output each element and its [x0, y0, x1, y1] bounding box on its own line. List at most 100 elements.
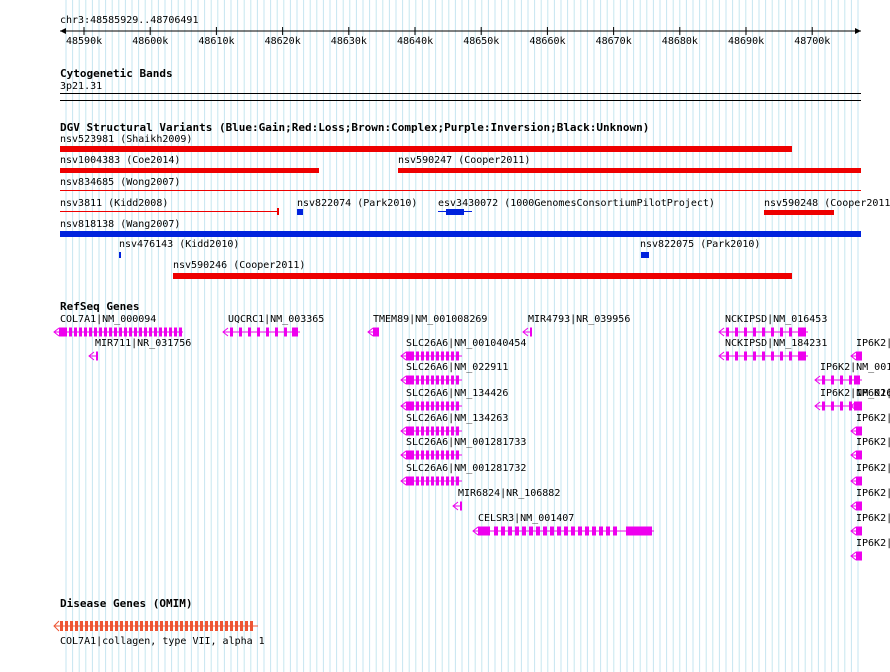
gene-glyph[interactable]	[850, 525, 866, 537]
exon	[69, 327, 72, 337]
exon	[822, 401, 825, 411]
gene-glyph[interactable]	[367, 326, 383, 338]
gene-label: SLC26A6|NM_001040454	[406, 338, 527, 349]
exon	[436, 351, 439, 361]
exon	[205, 621, 208, 631]
exon	[456, 426, 459, 436]
exon	[120, 621, 123, 631]
exon	[235, 621, 238, 631]
dgv-feature-bar[interactable]	[60, 211, 278, 212]
exon	[59, 327, 67, 337]
exon	[129, 327, 132, 337]
exon	[550, 526, 554, 536]
gene-glyph[interactable]	[850, 475, 866, 487]
gene-glyph[interactable]	[400, 350, 466, 362]
exon	[185, 621, 188, 631]
exon	[373, 327, 379, 337]
gene-glyph[interactable]	[400, 475, 466, 487]
exon	[800, 327, 806, 337]
exon	[456, 401, 459, 411]
exon	[856, 526, 862, 536]
exon	[585, 526, 589, 536]
gene-label: SLC26A6|NM_134263	[406, 413, 509, 424]
exon	[406, 450, 414, 460]
exon	[856, 351, 862, 361]
exon	[210, 621, 213, 631]
gene-glyph[interactable]	[850, 425, 866, 437]
gene-glyph[interactable]	[718, 326, 812, 338]
gene-glyph[interactable]	[88, 350, 102, 362]
dgv-feature-bar[interactable]	[173, 273, 792, 279]
omim-gene-glyph[interactable]	[52, 619, 262, 633]
dgv-feature-bar[interactable]	[398, 168, 861, 173]
exon	[800, 351, 806, 361]
exon	[139, 327, 142, 337]
exon	[446, 401, 449, 411]
dgv-feature-bar[interactable]	[60, 231, 861, 237]
gene-label: IP6K2|NM_016	[820, 388, 890, 399]
exon	[446, 351, 449, 361]
exon	[849, 375, 852, 385]
gene-label: NCKIPSD|NM_016453	[725, 314, 828, 325]
exon	[441, 351, 444, 361]
exon	[84, 327, 87, 337]
exon	[780, 351, 783, 361]
gene-glyph[interactable]	[850, 500, 866, 512]
cytoband-line-bottom	[60, 100, 861, 101]
dgv-feature-bar[interactable]	[119, 252, 121, 258]
gene-glyph[interactable]	[522, 326, 536, 338]
exon	[135, 621, 138, 631]
exon	[753, 327, 756, 337]
exon	[578, 526, 582, 536]
dgv-feature-bar[interactable]	[641, 252, 649, 258]
gene-label: SLC26A6|NM_001281732	[406, 463, 527, 474]
exon	[822, 375, 825, 385]
gene-glyph[interactable]	[850, 350, 866, 362]
dgv-feature-bar[interactable]	[60, 146, 792, 152]
gene-label: IP6K2|NM_001	[856, 338, 890, 349]
exon	[145, 621, 148, 631]
dgv-feature-label: nsv3811 (Kidd2008)	[60, 198, 169, 209]
gene-glyph[interactable]	[850, 449, 866, 461]
gene-glyph[interactable]	[222, 326, 304, 338]
exon	[190, 621, 193, 631]
dgv-feature-bar[interactable]	[60, 168, 319, 173]
gene-glyph[interactable]	[53, 326, 187, 338]
dgv-feature-bar[interactable]	[764, 210, 834, 215]
dgv-feature-bar[interactable]	[60, 190, 861, 191]
gene-glyph[interactable]	[814, 374, 866, 386]
exon	[431, 426, 434, 436]
exon	[416, 351, 419, 361]
gene-glyph[interactable]	[400, 425, 466, 437]
gene-glyph[interactable]	[814, 400, 866, 412]
exon	[529, 526, 533, 536]
exon	[599, 526, 603, 536]
exon	[613, 526, 617, 536]
exon	[75, 621, 78, 631]
exon	[109, 327, 112, 337]
exon	[536, 526, 540, 536]
gene-glyph[interactable]	[472, 525, 658, 537]
gene-glyph[interactable]	[718, 350, 812, 362]
exon	[416, 476, 419, 486]
exon	[215, 621, 218, 631]
exon	[89, 327, 92, 337]
exon	[762, 351, 765, 361]
omim-gene-label: COL7A1|collagen, type VII, alpha 1	[60, 636, 265, 647]
exon	[115, 621, 118, 631]
exon	[606, 526, 610, 536]
dgv-feature-bar[interactable]	[297, 209, 303, 215]
gene-label: IP6K2|	[856, 437, 890, 448]
exon	[780, 327, 783, 337]
gene-glyph[interactable]	[400, 449, 466, 461]
exon	[80, 621, 83, 631]
gene-glyph[interactable]	[850, 550, 866, 562]
gene-glyph[interactable]	[400, 374, 466, 386]
exon	[125, 621, 128, 631]
gene-glyph[interactable]	[452, 500, 466, 512]
exon	[160, 621, 163, 631]
exon	[416, 401, 419, 411]
exon	[155, 621, 158, 631]
gene-glyph[interactable]	[400, 400, 466, 412]
exon	[248, 327, 251, 337]
